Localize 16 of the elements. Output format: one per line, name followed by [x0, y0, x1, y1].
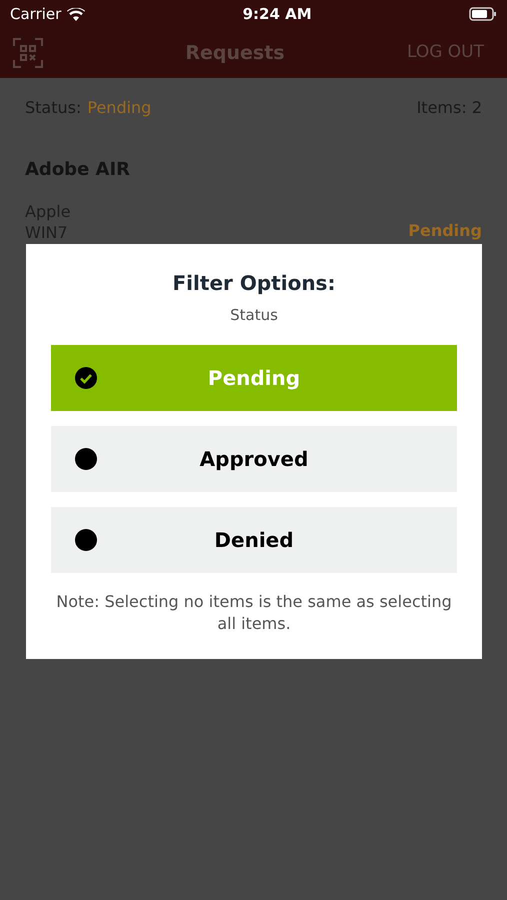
screen-title: Requests	[185, 40, 285, 66]
clock: 9:24 AM	[242, 4, 312, 25]
filter-option[interactable]: Denied	[51, 506, 457, 572]
battery-icon	[468, 7, 497, 21]
dot-icon	[75, 448, 97, 470]
dot-icon	[75, 528, 97, 550]
dialog-title: Filter Options:	[172, 270, 336, 297]
filter-option[interactable]: Approved	[51, 426, 457, 492]
dialog-subtitle: Status	[230, 305, 278, 326]
carrier-label: Carrier	[10, 4, 62, 25]
status-value: Pending	[87, 97, 152, 119]
check-icon	[75, 366, 97, 388]
request-status: Pending	[408, 220, 482, 242]
qr-scan-icon[interactable]	[13, 38, 43, 68]
dialog-note: Note: Selecting no items is the same as selecting all items.	[55, 590, 453, 634]
wifi-icon	[67, 8, 86, 20]
